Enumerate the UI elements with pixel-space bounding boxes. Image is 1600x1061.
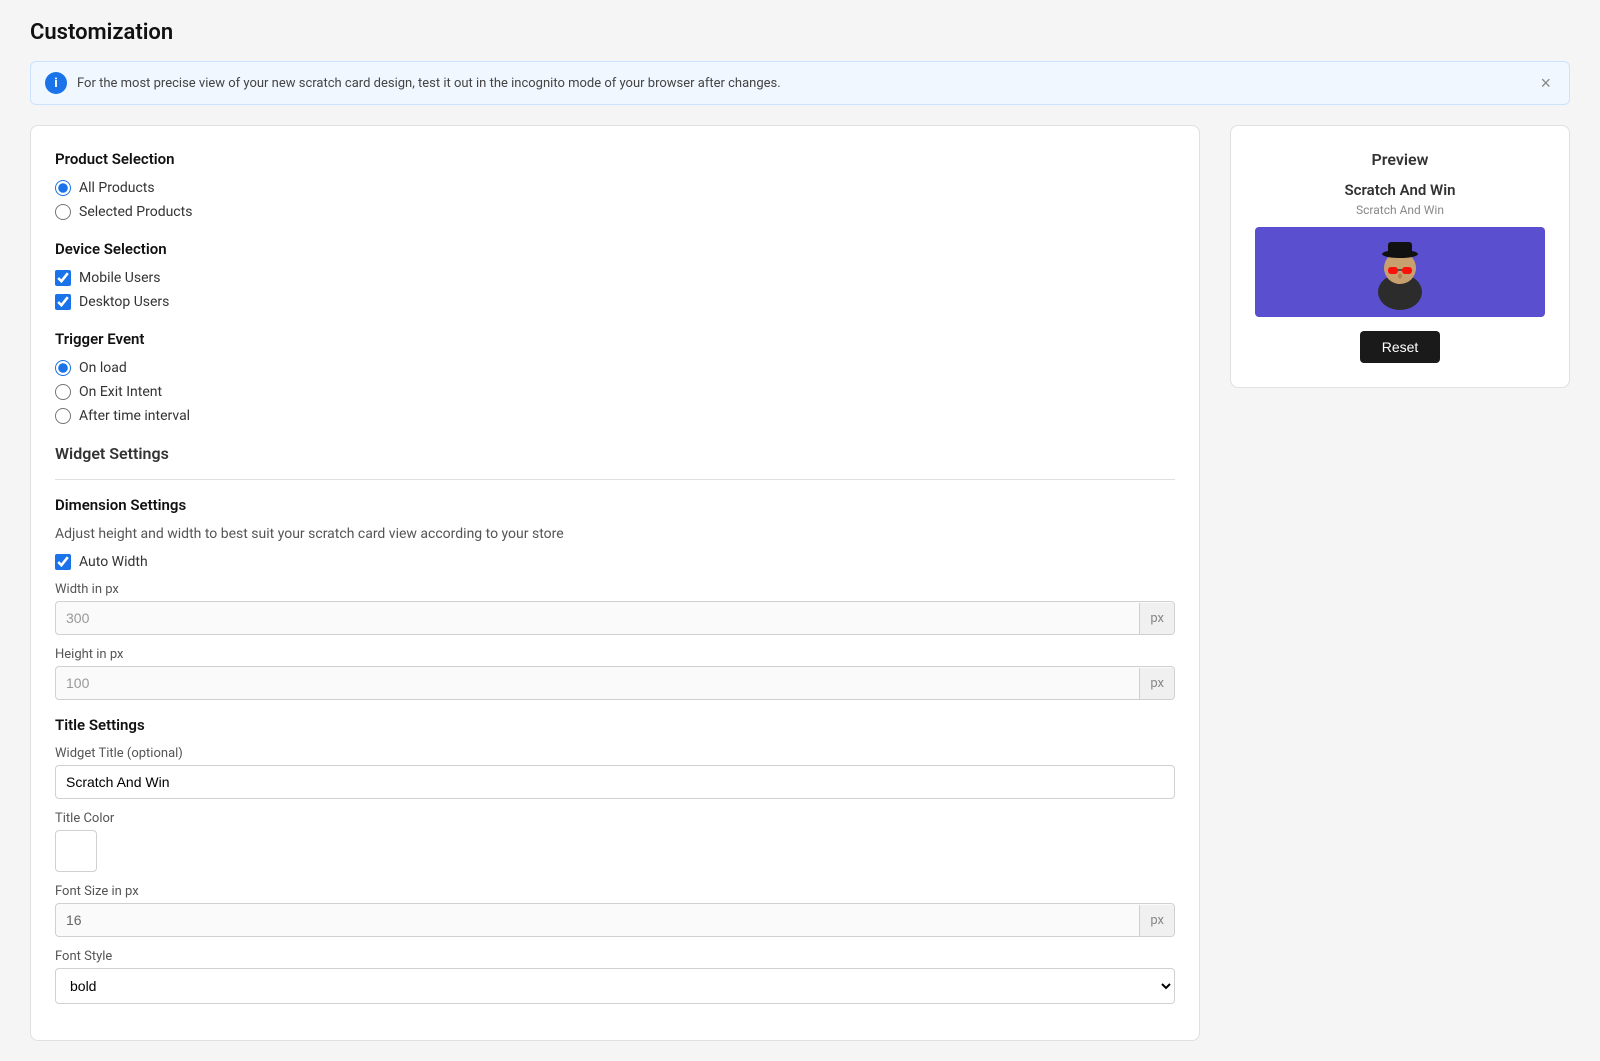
- preview-card: Scratch And Win Scratch And Win: [1255, 181, 1545, 363]
- alert-text: For the most precise view of your new sc…: [77, 76, 1526, 91]
- title-settings-section: Title Settings Widget Title (optional) T…: [55, 716, 1175, 1004]
- trigger-exit-intent-option[interactable]: On Exit Intent: [55, 384, 1175, 400]
- preview-card-title: Scratch And Win: [1255, 181, 1545, 199]
- device-selection-group: Mobile Users Desktop Users: [55, 270, 1175, 310]
- trigger-event-section: Trigger Event On load On Exit Intent Aft…: [55, 330, 1175, 424]
- product-selected-label: Selected Products: [79, 204, 192, 220]
- dimension-settings-title: Dimension Settings: [55, 496, 1175, 514]
- auto-width-label: Auto Width: [79, 554, 148, 570]
- trigger-on-load-label: On load: [79, 360, 127, 376]
- product-selection-group: All Products Selected Products: [55, 180, 1175, 220]
- product-all-radio[interactable]: [55, 180, 71, 196]
- trigger-exit-intent-radio[interactable]: [55, 384, 71, 400]
- preview-card-subtitle: Scratch And Win: [1255, 203, 1545, 217]
- trigger-exit-intent-label: On Exit Intent: [79, 384, 162, 400]
- trigger-event-group: On load On Exit Intent After time interv…: [55, 360, 1175, 424]
- title-color-swatch[interactable]: [55, 830, 97, 872]
- height-suffix: px: [1139, 668, 1174, 699]
- desktop-users-label: Desktop Users: [79, 294, 169, 310]
- title-color-label: Title Color: [55, 811, 1175, 826]
- font-style-select[interactable]: bold normal italic: [55, 968, 1175, 1004]
- mobile-users-checkbox[interactable]: [55, 270, 71, 286]
- trigger-time-interval-option[interactable]: After time interval: [55, 408, 1175, 424]
- product-selected-option[interactable]: Selected Products: [55, 204, 1175, 220]
- dimension-settings-description: Adjust height and width to best suit you…: [55, 526, 1175, 542]
- mobile-users-option[interactable]: Mobile Users: [55, 270, 1175, 286]
- preview-image: [1255, 227, 1545, 317]
- product-selection-section: Product Selection All Products Selected …: [55, 150, 1175, 220]
- widget-title-label: Widget Title (optional): [55, 746, 1175, 761]
- trigger-event-title: Trigger Event: [55, 330, 1175, 348]
- width-input-wrapper: px: [55, 601, 1175, 635]
- desktop-users-checkbox[interactable]: [55, 294, 71, 310]
- info-icon: i: [45, 72, 67, 94]
- height-input[interactable]: [56, 667, 1139, 699]
- trigger-time-interval-label: After time interval: [79, 408, 190, 424]
- desktop-users-option[interactable]: Desktop Users: [55, 294, 1175, 310]
- device-selection-title: Device Selection: [55, 240, 1175, 258]
- auto-width-option[interactable]: Auto Width: [55, 554, 1175, 570]
- mobile-users-label: Mobile Users: [79, 270, 160, 286]
- trigger-on-load-option[interactable]: On load: [55, 360, 1175, 376]
- font-size-input[interactable]: [56, 904, 1139, 936]
- height-label: Height in px: [55, 647, 1175, 662]
- height-input-wrapper: px: [55, 666, 1175, 700]
- preview-title: Preview: [1255, 150, 1545, 169]
- font-style-wrapper: bold normal italic: [55, 968, 1175, 1004]
- product-all-option[interactable]: All Products: [55, 180, 1175, 196]
- preview-panel: Preview Scratch And Win Scratch And Win: [1230, 125, 1570, 388]
- left-panel: Product Selection All Products Selected …: [30, 125, 1200, 1041]
- preview-figure-svg: [1360, 232, 1440, 312]
- auto-width-checkbox[interactable]: [55, 554, 71, 570]
- product-all-label: All Products: [79, 180, 155, 196]
- title-settings-title: Title Settings: [55, 716, 1175, 734]
- device-selection-section: Device Selection Mobile Users Desktop Us…: [55, 240, 1175, 310]
- page-title: Customization: [30, 20, 1570, 45]
- width-input[interactable]: [56, 602, 1139, 634]
- dimension-settings-section: Dimension Settings Adjust height and wid…: [55, 496, 1175, 700]
- widget-title-input[interactable]: [55, 765, 1175, 799]
- font-style-label: Font Style: [55, 949, 1175, 964]
- alert-close-button[interactable]: ×: [1536, 73, 1555, 94]
- width-label: Width in px: [55, 582, 1175, 597]
- font-size-label: Font Size in px: [55, 884, 1175, 899]
- font-size-input-wrapper: px: [55, 903, 1175, 937]
- product-selection-title: Product Selection: [55, 150, 1175, 168]
- reset-button[interactable]: Reset: [1360, 331, 1441, 363]
- trigger-time-interval-radio[interactable]: [55, 408, 71, 424]
- main-layout: Product Selection All Products Selected …: [30, 125, 1570, 1041]
- font-size-suffix: px: [1139, 905, 1174, 936]
- width-suffix: px: [1139, 603, 1174, 634]
- product-selected-radio[interactable]: [55, 204, 71, 220]
- widget-settings-title: Widget Settings: [55, 444, 1175, 463]
- alert-banner: i For the most precise view of your new …: [30, 61, 1570, 105]
- trigger-on-load-radio[interactable]: [55, 360, 71, 376]
- divider: [55, 479, 1175, 480]
